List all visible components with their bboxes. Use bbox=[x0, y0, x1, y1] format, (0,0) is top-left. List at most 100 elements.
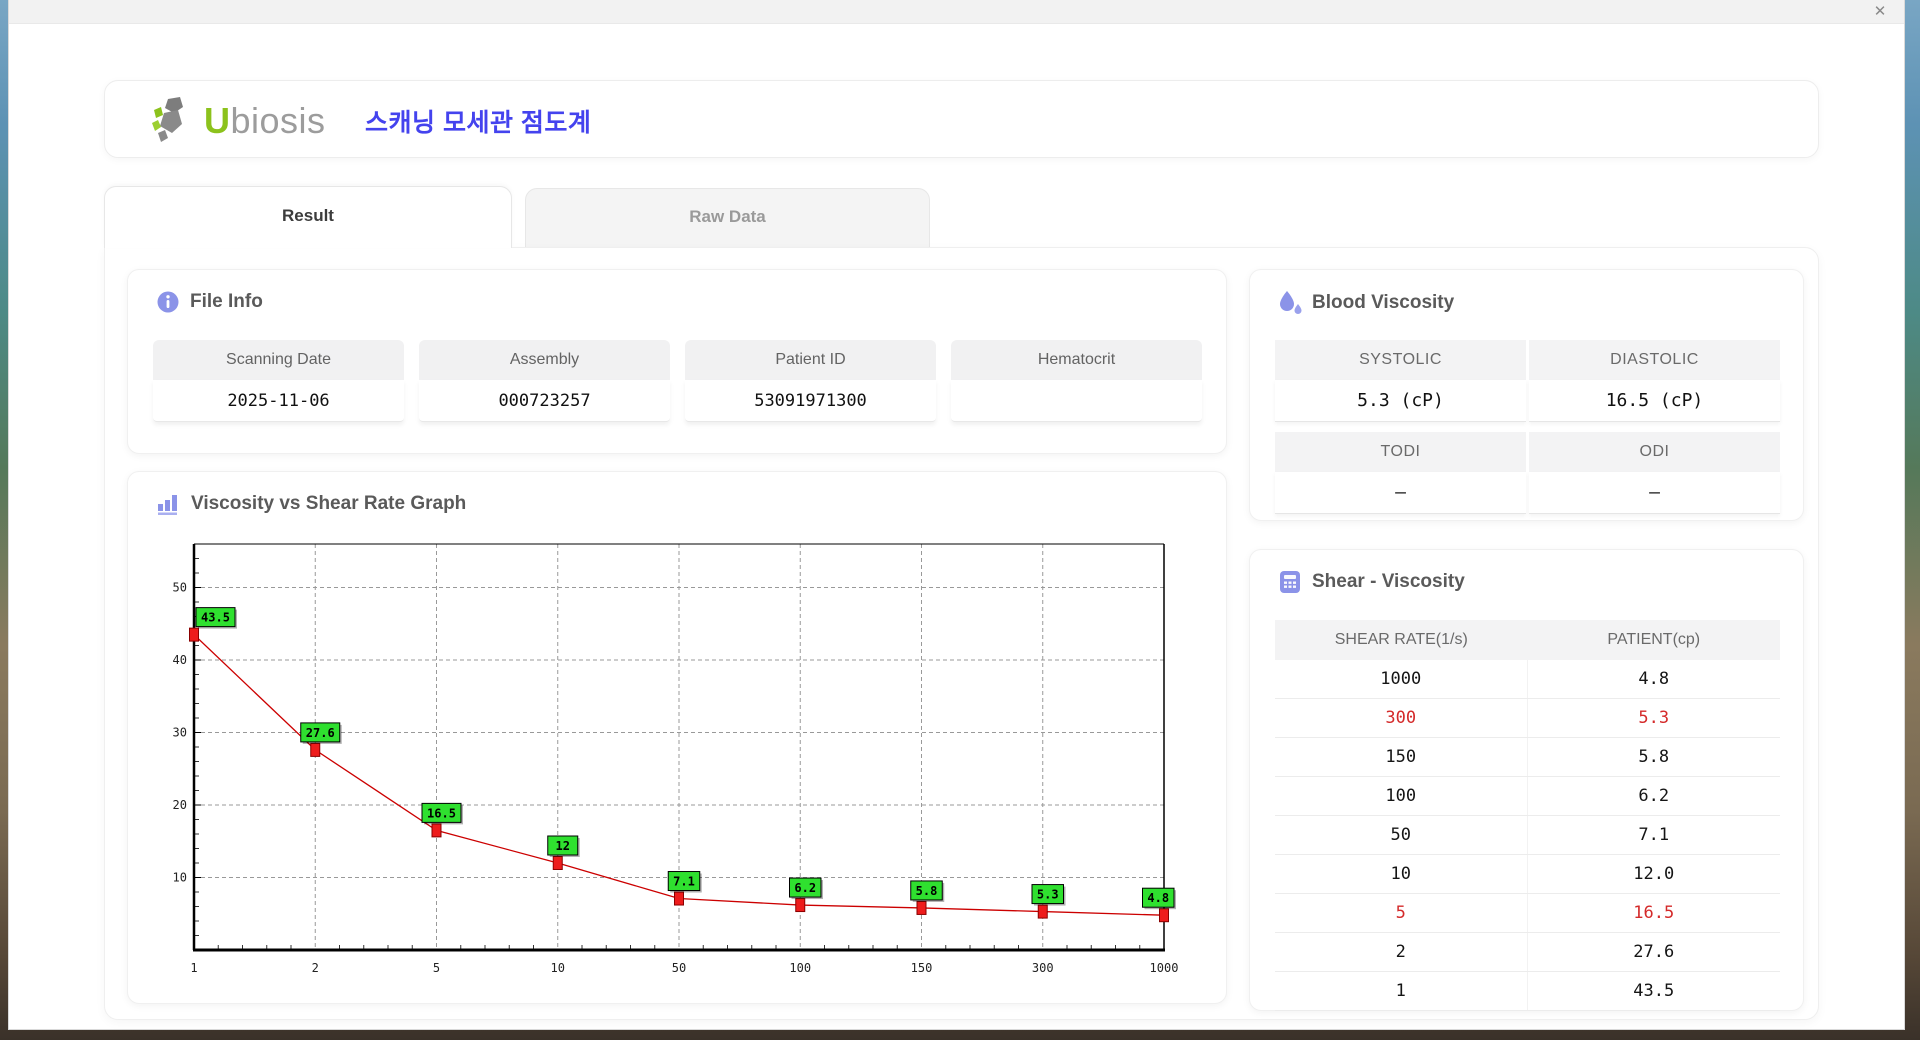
shear-viscosity-card: Shear - Viscosity SHEAR RATE(1/s) PATIEN… bbox=[1249, 549, 1804, 1011]
blood-viscosity-card: Blood Viscosity SYSTOLIC DIASTOLIC 5.3 (… bbox=[1249, 269, 1804, 521]
sv-shear-value: 10 bbox=[1275, 855, 1528, 893]
field-label: Hematocrit bbox=[951, 340, 1202, 380]
svg-text:27.6: 27.6 bbox=[306, 726, 335, 740]
sv-patient-value: 27.6 bbox=[1633, 942, 1675, 962]
tab-content-panel: File Info Scanning Date 2025-11-06 Assem… bbox=[104, 247, 1819, 1020]
sv-shear-value: 1 bbox=[1275, 972, 1528, 1010]
svg-text:150: 150 bbox=[911, 961, 933, 975]
sv-shear-value: 150 bbox=[1275, 738, 1528, 776]
shear-viscosity-table: SHEAR RATE(1/s) PATIENT(cp) 1000 4.8 300… bbox=[1275, 620, 1780, 1011]
info-icon bbox=[157, 291, 179, 313]
viscosity-chart: 10 20 30 40 50 1 2 5 10 50 100 150 300 1000 43.5 27.6 16… bbox=[156, 538, 1200, 990]
field-value: 53091971300 bbox=[685, 380, 936, 422]
field-label: Scanning Date bbox=[153, 340, 404, 380]
svg-text:5: 5 bbox=[433, 961, 440, 975]
table-row: 1000 4.8 bbox=[1275, 660, 1780, 699]
field-value: 2025-11-06 bbox=[153, 380, 404, 422]
tab-result[interactable]: Result bbox=[104, 186, 512, 248]
svg-text:20: 20 bbox=[173, 798, 187, 812]
file-info-title: File Info bbox=[190, 291, 263, 312]
bv-header-odi: ODI bbox=[1529, 432, 1780, 472]
graph-title: Viscosity vs Shear Rate Graph bbox=[191, 493, 467, 514]
svg-text:50: 50 bbox=[672, 961, 686, 975]
bar-chart-icon bbox=[158, 495, 177, 515]
svg-text:4.8: 4.8 bbox=[1147, 891, 1169, 905]
field-assembly: Assembly 000723257 bbox=[419, 340, 670, 422]
table-row-highlighted: 5 16.5 bbox=[1275, 894, 1780, 933]
svg-text:16.5: 16.5 bbox=[427, 806, 456, 820]
app-window: ✕ Ubiosis 스캐닝 모세관 점도계 Result Raw Data Fi… bbox=[8, 0, 1905, 1030]
svg-text:100: 100 bbox=[789, 961, 811, 975]
svg-text:10: 10 bbox=[173, 871, 187, 885]
sv-patient-value: 7.1 bbox=[1638, 825, 1670, 845]
app-title-korean: 스캐닝 모세관 점도계 bbox=[365, 109, 592, 137]
table-row: 100 6.2 bbox=[1275, 777, 1780, 816]
sv-col-shear-rate: SHEAR RATE(1/s) bbox=[1275, 620, 1528, 660]
shear-viscosity-title: Shear - Viscosity bbox=[1312, 571, 1465, 592]
sv-patient-value: 6.2 bbox=[1638, 786, 1670, 806]
logo-text-rest: biosis bbox=[230, 100, 326, 141]
sv-patient-value: 16.5 bbox=[1633, 903, 1675, 923]
blood-viscosity-title: Blood Viscosity bbox=[1312, 292, 1455, 313]
svg-text:30: 30 bbox=[173, 726, 187, 740]
svg-text:6.2: 6.2 bbox=[794, 881, 816, 895]
logo-text: Ubiosis bbox=[204, 100, 326, 142]
sv-shear-value: 1000 bbox=[1275, 660, 1528, 698]
field-value bbox=[951, 380, 1202, 422]
file-info-card: File Info Scanning Date 2025-11-06 Assem… bbox=[127, 269, 1227, 454]
bv-value-odi: – bbox=[1529, 472, 1780, 514]
field-value: 000723257 bbox=[419, 380, 670, 422]
svg-text:300: 300 bbox=[1032, 961, 1054, 975]
close-icon[interactable]: ✕ bbox=[1870, 3, 1890, 21]
table-row: 10 12.0 bbox=[1275, 855, 1780, 894]
field-label: Assembly bbox=[419, 340, 670, 380]
sv-shear-value: 2 bbox=[1275, 933, 1528, 971]
svg-text:7.1: 7.1 bbox=[673, 875, 695, 889]
sv-shear-value: 100 bbox=[1275, 777, 1528, 815]
sv-col-patient: PATIENT(cp) bbox=[1527, 620, 1780, 660]
field-hematocrit: Hematocrit bbox=[951, 340, 1202, 422]
field-patient-id: Patient ID 53091971300 bbox=[685, 340, 936, 422]
table-row: 2 27.6 bbox=[1275, 933, 1780, 972]
sv-patient-value: 5.3 bbox=[1638, 708, 1670, 728]
blood-drop-icon bbox=[1280, 291, 1302, 314]
bv-value-systolic: 5.3 (cP) bbox=[1275, 380, 1526, 422]
field-scanning-date: Scanning Date 2025-11-06 bbox=[153, 340, 404, 422]
calculator-icon bbox=[1280, 571, 1300, 593]
sv-shear-value: 300 bbox=[1275, 699, 1528, 737]
sv-shear-value: 5 bbox=[1275, 894, 1528, 932]
sv-patient-value: 12.0 bbox=[1633, 864, 1675, 884]
svg-text:50: 50 bbox=[173, 581, 187, 595]
sv-patient-value: 5.8 bbox=[1638, 747, 1670, 767]
field-label: Patient ID bbox=[685, 340, 936, 380]
svg-text:43.5: 43.5 bbox=[201, 611, 230, 625]
header-card: Ubiosis 스캐닝 모세관 점도계 bbox=[104, 80, 1819, 158]
bv-value-diastolic: 16.5 (cP) bbox=[1529, 380, 1780, 422]
titlebar: ✕ bbox=[9, 0, 1904, 24]
svg-text:1000: 1000 bbox=[1150, 961, 1179, 975]
sv-patient-value: 4.8 bbox=[1638, 669, 1670, 689]
viscosity-graph-card: Viscosity vs Shear Rate Graph 10 20 30 40 50… bbox=[127, 471, 1227, 1004]
sv-shear-value: 50 bbox=[1275, 816, 1528, 854]
svg-text:10: 10 bbox=[551, 961, 565, 975]
tab-raw-data[interactable]: Raw Data bbox=[525, 188, 930, 248]
table-row: 50 7.1 bbox=[1275, 816, 1780, 855]
bv-header-diastolic: DIASTOLIC bbox=[1529, 340, 1780, 380]
svg-text:12: 12 bbox=[556, 839, 570, 853]
table-row: 150 5.8 bbox=[1275, 738, 1780, 777]
svg-text:40: 40 bbox=[173, 653, 187, 667]
svg-text:1: 1 bbox=[190, 961, 197, 975]
table-row-highlighted: 300 5.3 bbox=[1275, 699, 1780, 738]
bv-header-systolic: SYSTOLIC bbox=[1275, 340, 1526, 380]
ubiosis-logo: Ubiosis bbox=[150, 97, 326, 145]
blood-viscosity-grid: SYSTOLIC DIASTOLIC 5.3 (cP) 16.5 (cP) TO… bbox=[1275, 340, 1780, 514]
svg-text:5.8: 5.8 bbox=[916, 884, 938, 898]
table-row: 1 43.5 bbox=[1275, 972, 1780, 1011]
svg-text:5.3: 5.3 bbox=[1037, 888, 1059, 902]
svg-text:2: 2 bbox=[312, 961, 319, 975]
file-info-fields: Scanning Date 2025-11-06 Assembly 000723… bbox=[153, 340, 1203, 422]
logo-text-u: U bbox=[204, 100, 231, 141]
sv-patient-value: 43.5 bbox=[1633, 981, 1675, 1001]
bv-value-todi: – bbox=[1275, 472, 1526, 514]
bv-header-todi: TODI bbox=[1275, 432, 1526, 472]
